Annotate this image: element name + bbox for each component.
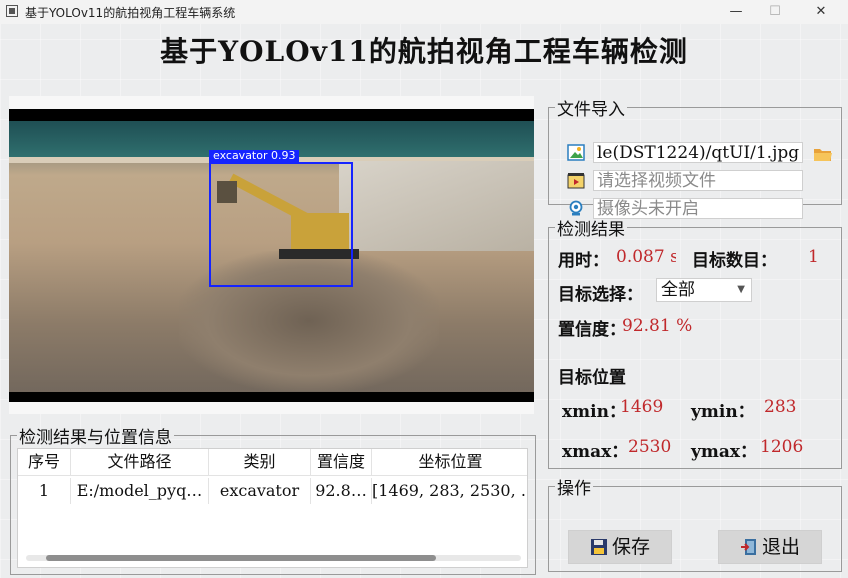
target-select-label: 目标选择： [558,285,643,305]
chevron-down-icon: ▼ [737,284,745,295]
window-titlebar: 基于YOLOv11的航拍视角工程车辆系统 — ☐ ✕ [0,0,848,24]
video-icon[interactable] [567,172,585,189]
target-select-value: 全部 [661,280,695,300]
exit-button[interactable]: 退出 [718,530,822,564]
save-label: 保存 [611,536,650,558]
operations-group: 操作 保存 退出 [548,474,842,572]
image-icon[interactable] [567,144,585,161]
results-table-legend: 检测结果与位置信息 [19,428,172,448]
row-coordinates: [1469, 283, 2530, … [372,481,528,500]
position-title: 目标位置 [558,368,626,388]
horizontal-scrollbar[interactable] [26,555,521,561]
exit-label: 退出 [761,536,800,558]
header-file-path[interactable]: 文件路径 [71,449,209,475]
folder-open-icon[interactable] [813,146,833,162]
exit-icon [740,539,756,555]
operations-legend: 操作 [557,479,591,499]
file-import-group: 文件导入 le(DST1224)/qtUI/1.jpg 请选择视频文件 摄像头未… [548,95,842,219]
count-label: 目标数目： [692,251,777,271]
image-display: excavator 0.93 [9,109,534,402]
header-index[interactable]: 序号 [18,449,71,475]
count-value: 1 [808,247,819,267]
ymax-value: 1206 [760,437,804,457]
row-class: excavator [209,478,311,504]
detection-results-legend: 检测结果 [557,220,625,240]
header-coordinates[interactable]: 坐标位置 [372,449,527,475]
detection-image: excavator 0.93 [9,121,534,392]
detection-bounding-box [209,162,353,287]
table-header: 序号 文件路径 类别 置信度 坐标位置 [18,449,527,476]
app-icon [6,5,18,17]
xmax-label: xmax： [562,442,629,462]
detection-label: excavator 0.93 [209,150,300,162]
xmin-value: 1469 [620,397,664,417]
window-title: 基于YOLOv11的航拍视角工程车辆系统 [25,6,236,20]
row-index: 1 [18,478,71,504]
results-table[interactable]: 序号 文件路径 类别 置信度 坐标位置 1 E:/model_pyq… exca… [17,448,528,568]
page-title: 基于YOLOv11的航拍视角工程车辆检测 [160,35,688,68]
road-area [339,161,534,251]
video-path-field[interactable]: 请选择视频文件 [593,170,803,191]
xmin-label: xmin： [562,402,626,422]
target-select[interactable]: 全部 ▼ [656,278,752,302]
close-button[interactable]: ✕ [798,0,844,24]
save-icon [590,539,607,555]
ymin-label: ymin： [691,402,755,422]
ymax-label: ymax： [691,442,758,462]
scrollbar-thumb[interactable] [46,555,436,561]
confidence-value: 92.81 % [622,316,693,336]
time-value: 0.087 s [616,247,676,267]
time-label: 用时： [558,251,609,271]
header-class[interactable]: 类别 [209,449,311,475]
row-file-path: E:/model_pyq… [71,478,209,504]
confidence-label: 置信度： [558,320,626,340]
xmax-value: 2530 [628,437,672,457]
row-confidence: 92.8… [311,478,372,504]
maximize-button[interactable]: ☐ [752,0,798,24]
image-display-panel: excavator 0.93 [9,96,534,414]
table-row[interactable]: 1 E:/model_pyq… excavator 92.8… [1469, 2… [18,478,528,504]
ymin-value: 283 [764,397,797,417]
header-confidence[interactable]: 置信度 [311,449,372,475]
image-path-field[interactable]: le(DST1224)/qtUI/1.jpg [593,142,803,163]
save-button[interactable]: 保存 [568,530,672,564]
file-import-legend: 文件导入 [557,100,625,120]
